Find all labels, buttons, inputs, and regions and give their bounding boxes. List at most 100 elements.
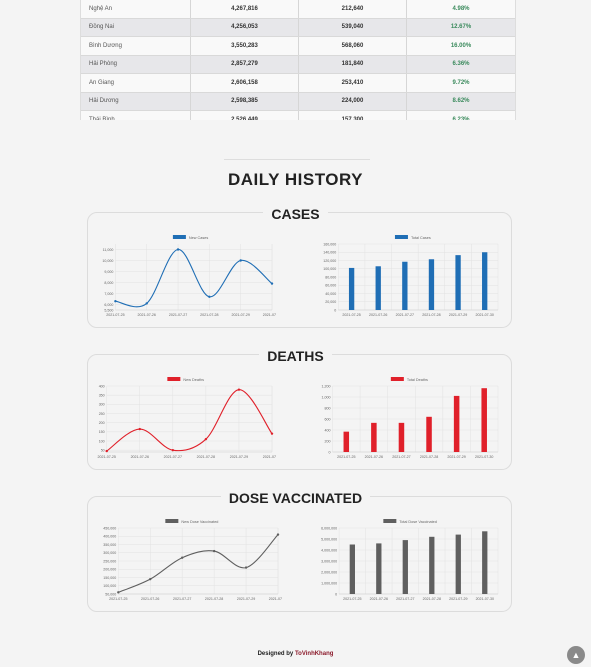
- x-tick-label: 2021-07-29: [449, 597, 467, 601]
- bar: [348, 267, 355, 310]
- y-tick-label: 20,000: [325, 300, 336, 304]
- dose-cell: 224,000: [299, 92, 407, 110]
- table-row: Thái Bình 2,526,449 157,300 6.23%: [81, 111, 515, 120]
- data-point: [117, 591, 120, 594]
- y-tick-label: 150,000: [103, 576, 116, 580]
- bar: [398, 422, 405, 452]
- x-tick-label: 2021-07-28: [200, 313, 218, 317]
- y-tick-label: 0: [334, 308, 336, 312]
- x-tick-label: 2021-07-30: [475, 313, 493, 317]
- population-cell: 2,606,158: [191, 74, 299, 92]
- bar: [376, 543, 382, 594]
- x-tick-label: 2021-07-27: [392, 455, 410, 459]
- x-tick-label: 2021-07-29: [230, 455, 248, 459]
- population-cell: 2,857,279: [191, 55, 299, 73]
- series-line: [106, 389, 273, 452]
- y-tick-label: 400: [99, 384, 105, 388]
- y-tick-label: 8,000: [104, 281, 113, 285]
- y-tick-label: 100,000: [103, 584, 116, 588]
- dose-cell: 212,640: [299, 0, 407, 18]
- population-cell: 4,256,053: [191, 18, 299, 36]
- y-tick-label: 350: [99, 393, 105, 397]
- y-tick-label: 300,000: [103, 551, 116, 555]
- new-cases-chart: New Cases 6,000 7,000 8,000 9,000 10,000 11,00…: [102, 235, 276, 317]
- y-tick-label: 100: [99, 439, 105, 443]
- x-tick-label: 2021-07-25: [109, 597, 127, 601]
- y-tick-label: 250: [99, 412, 105, 416]
- data-point: [244, 566, 248, 569]
- province-cell: Nghệ An: [81, 0, 191, 18]
- footer-prefix: Designed by: [257, 651, 294, 657]
- y-tick-label: 4,000,000: [321, 548, 337, 552]
- bar: [375, 266, 381, 310]
- x-tick-label: 2021-07-26: [131, 455, 149, 459]
- y-tick-label: 1,000: [322, 395, 331, 399]
- divider: [224, 159, 370, 160]
- bar: [455, 255, 461, 310]
- data-point: [276, 533, 280, 536]
- author-link[interactable]: ToVinhKhang: [295, 651, 333, 657]
- dose-cell: 539,040: [299, 18, 407, 36]
- bar: [482, 531, 488, 594]
- rate-cell: 9.72%: [452, 79, 470, 86]
- scroll-to-top-button[interactable]: ▲: [567, 646, 585, 664]
- dose-cell: 568,060: [299, 37, 407, 55]
- series-line: [118, 534, 279, 593]
- legend-label: New Deaths: [183, 378, 204, 382]
- population-cell: 4,267,816: [191, 0, 299, 18]
- y-tick-label: 200: [99, 421, 105, 425]
- total-cases-chart: Total Cases 0 20,000 40,000 60,000 80,000 100,…: [323, 235, 499, 317]
- y-tick-label: 200,000: [103, 568, 116, 572]
- data-point: [176, 248, 180, 251]
- rate-cell: 16.00%: [450, 42, 472, 49]
- legend-label: Total Dose Vaccinated: [399, 520, 437, 524]
- x-tick-label: 2021-07-28: [205, 597, 223, 601]
- y-tick-label: 600: [325, 417, 331, 421]
- legend-swatch: [167, 377, 181, 381]
- x-tick-label: 2021-07-30: [263, 313, 276, 317]
- new-dose-chart: New Dose Vaccinated 50,000 100,000 150,000 2…: [103, 519, 282, 601]
- bar: [426, 416, 432, 452]
- bar: [402, 540, 408, 594]
- data-point: [145, 302, 148, 305]
- vaccination-table: Nghệ An 4,267,816 212,640 4.98% Đồng Nai 4,25…: [80, 0, 516, 120]
- bar: [349, 544, 355, 594]
- data-point: [270, 432, 274, 435]
- y-tick-label: 0: [335, 592, 337, 596]
- series-line: [115, 248, 273, 308]
- y-tick-label: 120,000: [323, 259, 336, 263]
- y-tick-label: 160,000: [323, 242, 336, 246]
- y-tick-label: 6,000,000: [321, 526, 337, 530]
- deaths-title: DEATHS: [0, 348, 591, 364]
- x-tick-label: 2021-07-27: [169, 313, 187, 317]
- province-cell: Hải Dương: [81, 92, 191, 110]
- bar: [455, 534, 461, 594]
- y-tick-label: 3,000,000: [321, 559, 337, 563]
- table-row: Bình Dương 3,550,283 568,060 16.00%: [81, 37, 515, 56]
- legend-label: New Cases: [189, 236, 209, 240]
- population-cell: 3,550,283: [191, 37, 299, 55]
- y-tick-label: 1,000,000: [321, 581, 337, 585]
- x-tick-label: 2021-07-30: [475, 455, 493, 459]
- table-row: Nghệ An 4,267,816 212,640 4.98%: [81, 0, 515, 19]
- legend-swatch: [383, 519, 397, 523]
- population-cell: 2,598,385: [191, 92, 299, 110]
- table-row: Đồng Nai 4,256,053 539,040 12.67%: [81, 18, 515, 37]
- table-row: Hải Phòng 2,857,279 181,840 6.36%: [81, 55, 515, 74]
- rate-cell: 4.98%: [452, 5, 470, 12]
- x-tick-label: 2021-07-25: [337, 455, 355, 459]
- data-point: [171, 448, 175, 452]
- legend-swatch: [172, 235, 186, 239]
- y-tick-label: 50,000: [105, 592, 116, 596]
- y-tick-label: 100,000: [323, 267, 336, 271]
- arrow-up-icon: ▲: [571, 650, 581, 660]
- y-tick-label: 5,500: [104, 308, 113, 312]
- population-cell: 2,526,449: [191, 111, 299, 120]
- rate-cell: 6.23%: [452, 116, 470, 120]
- legend-label: New Dose Vaccinated: [181, 520, 218, 524]
- x-tick-label: 2021-07-25: [106, 313, 124, 317]
- x-tick-label: 2021-07-26: [370, 597, 388, 601]
- rate-cell: 6.36%: [452, 61, 470, 68]
- y-tick-label: 800: [325, 406, 331, 410]
- data-point: [239, 259, 242, 262]
